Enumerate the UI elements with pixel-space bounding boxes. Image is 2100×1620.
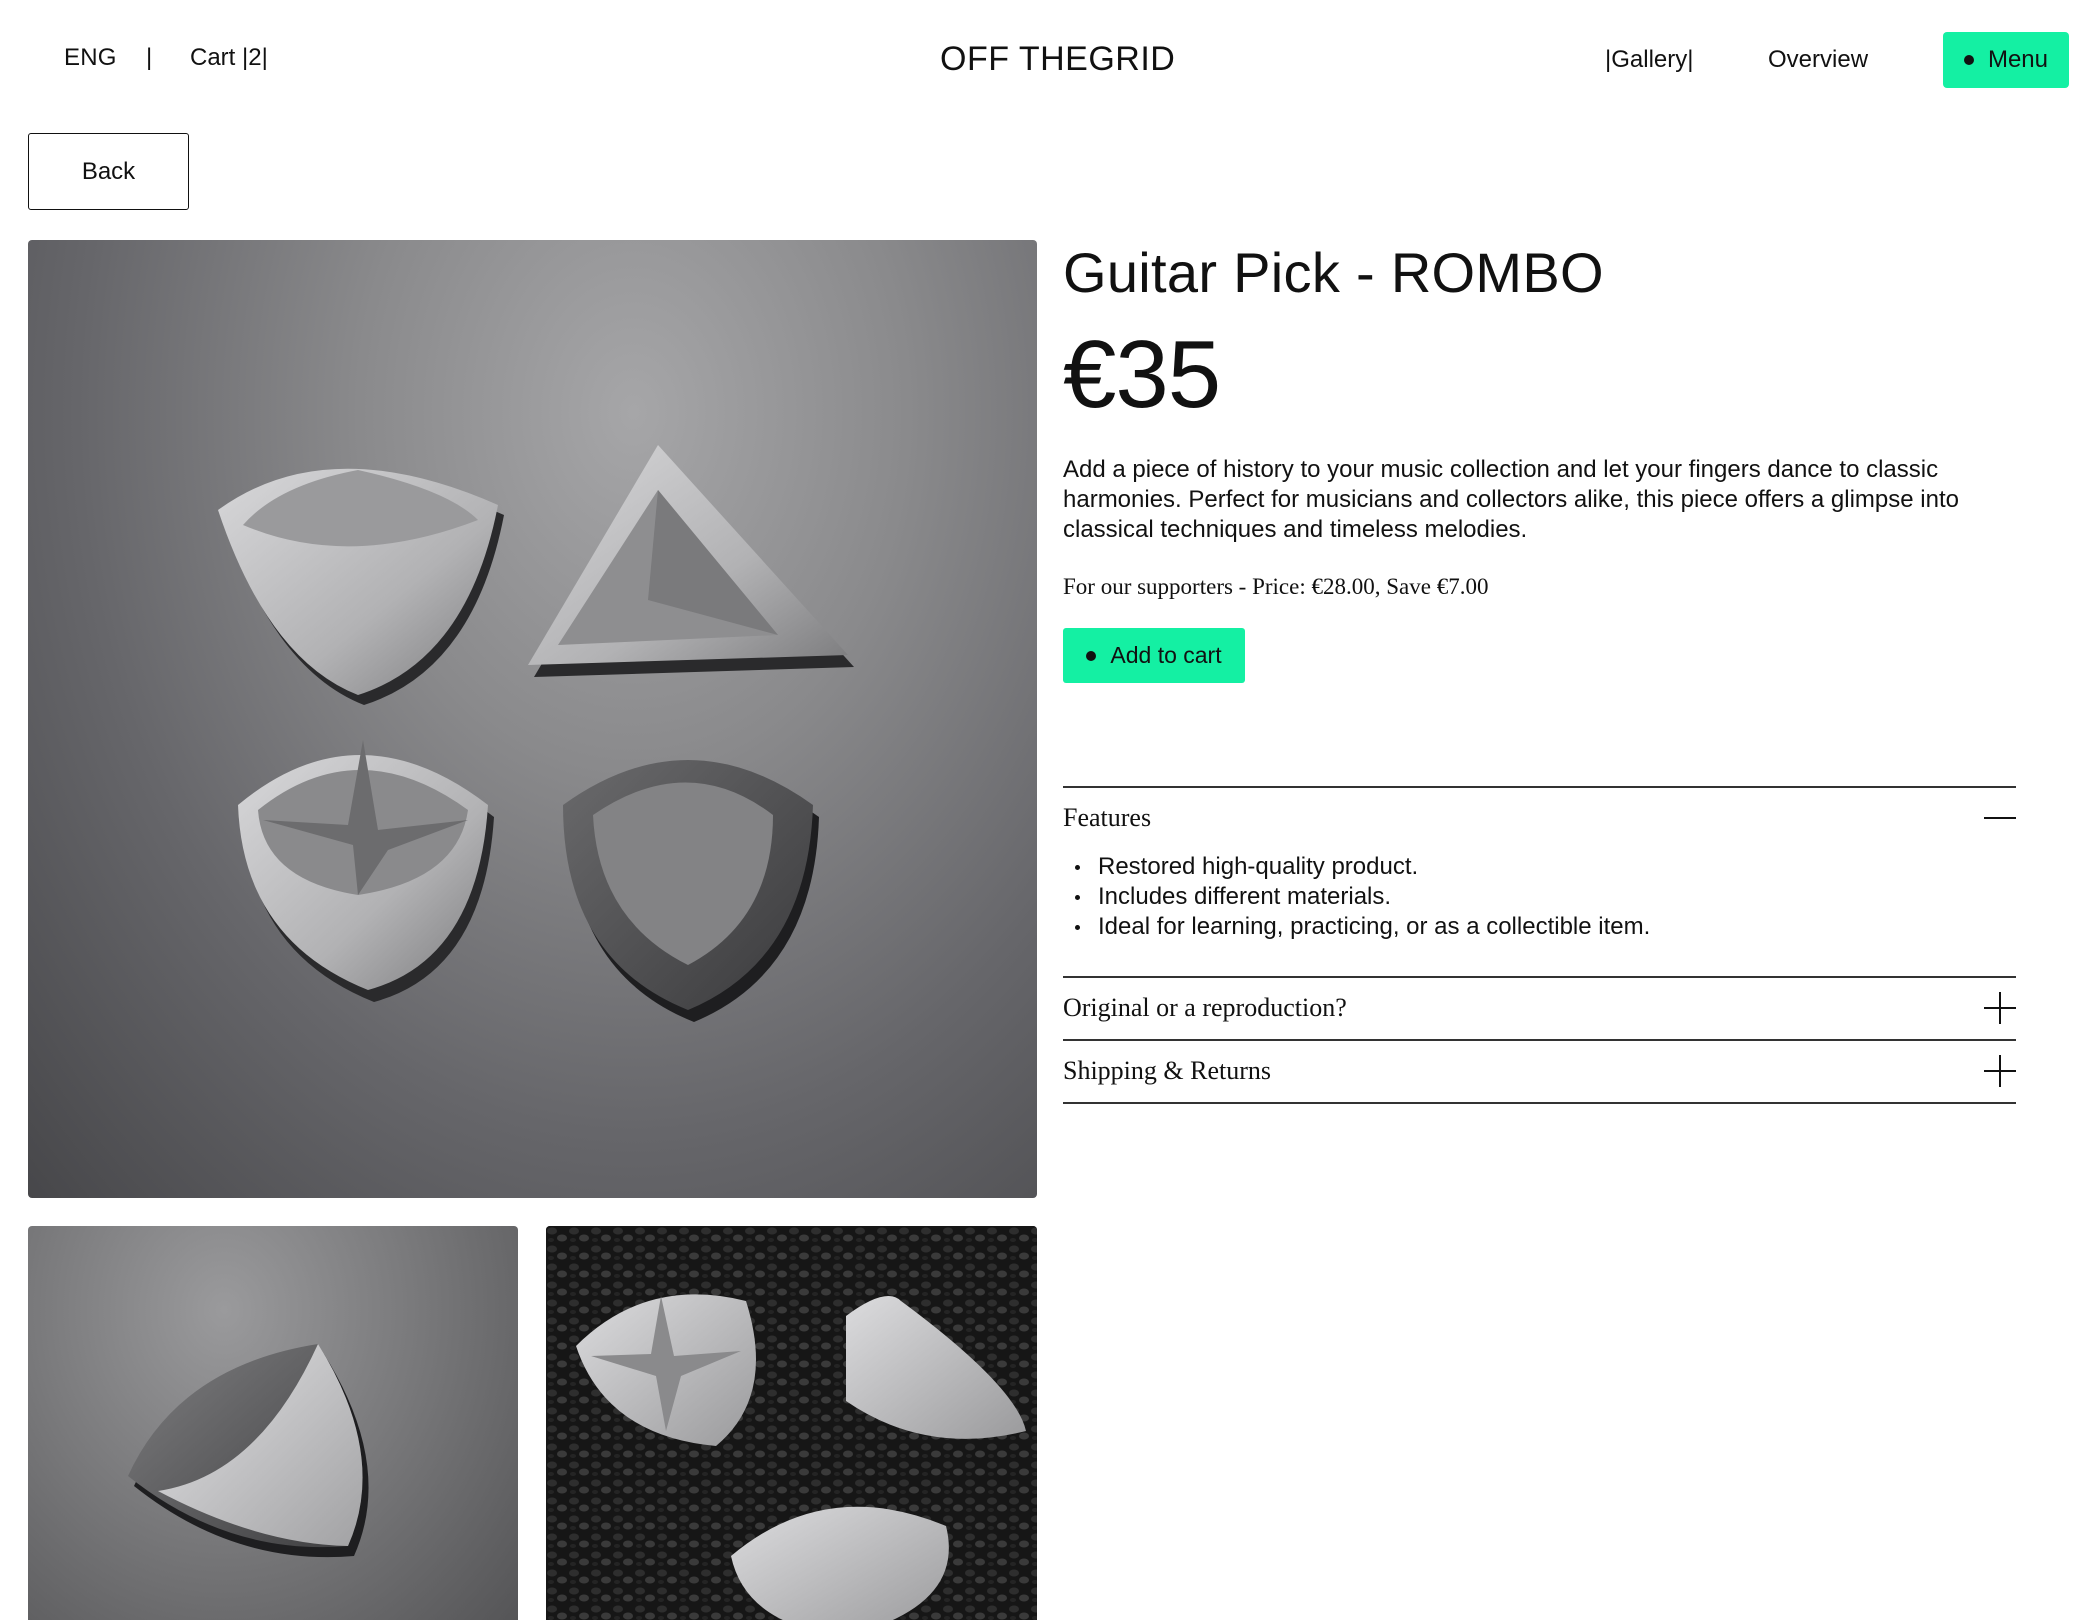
guitar-picks-granules-illustration	[546, 1226, 1037, 1620]
product-description: Add a piece of history to your music col…	[1063, 456, 1959, 543]
site-header: ENG | Cart |2| OFF THEGRID |Gallery| Ove…	[0, 0, 2100, 120]
accordion-original: Original or a reproduction?	[1063, 978, 2016, 1038]
list-item: Includes different materials.	[1075, 882, 2016, 912]
product-title: Guitar Pick - ROMBO	[1063, 241, 1604, 304]
accordion-shipping: Shipping & Returns	[1063, 1041, 2016, 1101]
dot-icon	[1086, 650, 1097, 661]
accordion-divider	[1063, 1102, 2016, 1104]
list-item: Ideal for learning, practicing, or as a …	[1075, 912, 2016, 942]
accordion-features-title: Features	[1063, 803, 1152, 832]
plus-icon[interactable]	[1984, 992, 2016, 1024]
product-image-main[interactable]	[28, 240, 1037, 1198]
accordion-shipping-title: Shipping & Returns	[1063, 1056, 1272, 1085]
site-logo[interactable]: OFF THEGRID	[940, 40, 1175, 79]
header-separator: |	[146, 44, 153, 71]
list-item: Restored high-quality product.	[1075, 852, 2016, 882]
accordion-shipping-header[interactable]: Shipping & Returns	[1063, 1041, 2016, 1101]
menu-button-label: Menu	[1987, 46, 2049, 73]
product-image-thumb-1[interactable]	[28, 1226, 518, 1620]
accordion-features: Features Restored high-quality product. …	[1063, 788, 2016, 942]
add-to-cart-button[interactable]: Add to cart	[1063, 628, 1245, 683]
supporters-price-note: For our supporters - Price: €28.00, Save…	[1063, 574, 1489, 599]
dot-icon	[1963, 55, 1974, 65]
product-price: €35	[1063, 321, 1221, 428]
language-switch[interactable]: ENG	[64, 44, 117, 72]
menu-button[interactable]: Menu	[1943, 32, 2069, 88]
accordion-original-title: Original or a reproduction?	[1063, 993, 1347, 1022]
nav-overview-link[interactable]: Overview	[1768, 46, 1868, 74]
add-to-cart-label: Add to cart	[1110, 642, 1222, 668]
nav-gallery-link[interactable]: |Gallery|	[1605, 46, 1694, 74]
back-button-label: Back	[81, 157, 136, 185]
guitar-pick-closeup-illustration	[128, 1344, 369, 1558]
product-image-thumb-2[interactable]	[546, 1226, 1037, 1620]
minus-icon[interactable]	[1984, 802, 2016, 834]
features-list: Restored high-quality product. Includes …	[1063, 852, 2016, 942]
guitar-picks-illustration	[218, 445, 854, 1022]
accordion-features-header[interactable]: Features	[1063, 788, 2016, 848]
cart-link[interactable]: Cart |2|	[190, 44, 268, 72]
accordion-original-header[interactable]: Original or a reproduction?	[1063, 978, 2016, 1038]
plus-icon[interactable]	[1984, 1055, 2016, 1087]
back-button[interactable]: Back	[28, 133, 189, 210]
